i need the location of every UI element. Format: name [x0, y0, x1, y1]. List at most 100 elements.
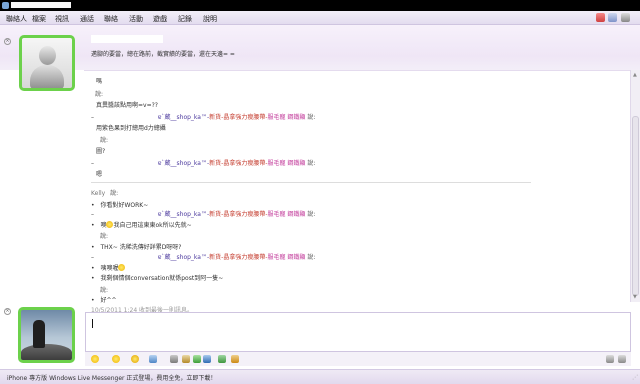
- status-bar: iPhone 專方版 Windows Live Messenger 正式登場，費…: [0, 369, 640, 384]
- image-icon[interactable]: [170, 355, 178, 363]
- contact-card-icon[interactable]: [608, 13, 617, 22]
- menu-call[interactable]: 通話: [80, 14, 94, 24]
- messenger-app-icon: [2, 2, 9, 9]
- sender-nick-part1: ɐ`蔵__shop_ka™-: [157, 114, 210, 121]
- scroll-thumb[interactable]: [632, 116, 639, 296]
- conversation-history[interactable]: [84, 70, 630, 302]
- avatar-rock-shape: [21, 344, 72, 360]
- font-icon[interactable]: [606, 355, 614, 363]
- menu-games[interactable]: 遊戲: [153, 14, 167, 24]
- said-label: 說:: [307, 160, 316, 167]
- collapse-contact-icon[interactable]: ×: [4, 38, 11, 45]
- said-label: 說:: [307, 211, 316, 218]
- contact-name-box: [91, 35, 163, 43]
- message-sender-line: 說:: [100, 231, 108, 240]
- message-text: • 噢我自己用這東東ok所以先就~: [91, 220, 192, 229]
- message-bullet: •: [91, 202, 95, 209]
- message-sender-line: – ɐ`蔵__shop_ka™-新貨-晶拿強力瘦腰帶-服毛寵 鋼鐵顯 說:: [91, 209, 315, 218]
- my-avatar[interactable]: [18, 307, 75, 363]
- sender-bullet: –: [91, 211, 94, 218]
- message-sender-line: – ɐ`蔵__shop_ka™-新貨-晶拿強力瘦腰帶-服毛寵 鋼鐵顯 說:: [91, 112, 315, 121]
- message-input[interactable]: [85, 312, 631, 352]
- message-body: 你看對好WORK~: [100, 202, 149, 209]
- message-text: 嗯: [96, 171, 103, 178]
- contact-personal-message: 邁腳的要當，總在路前，截實績的要當，還在天邊= =: [91, 51, 235, 58]
- menu-help[interactable]: 說明: [203, 14, 217, 24]
- sender-nick-part2: 新貨-晶拿強力瘦腰帶-: [209, 160, 268, 167]
- activities-icon[interactable]: [218, 355, 226, 363]
- message-text: 真異醬該點用啊=v=??: [96, 102, 158, 109]
- message-text: • 你看對好WORK~: [91, 200, 148, 209]
- message-sender-line: 說:: [100, 285, 108, 294]
- sender-nick-part1: ɐ`蔵__shop_ka™-: [157, 211, 210, 218]
- message-body: 我剩個情個conversation就係post到阿一隻~: [100, 275, 224, 282]
- message-text: 用紫色果到打總用d力總攝: [96, 125, 166, 132]
- video-icon[interactable]: [203, 355, 211, 363]
- avatar-person-shape: [33, 320, 45, 348]
- text-caret: [92, 319, 93, 328]
- sender-name: Kelly: [91, 190, 106, 197]
- said-label: 說:: [100, 137, 109, 144]
- block-icon[interactable]: [596, 13, 605, 22]
- window-title-box: [11, 2, 71, 8]
- resize-grip-icon[interactable]: ⋰: [632, 374, 638, 381]
- nudge-icon[interactable]: [131, 355, 139, 363]
- said-label: 說:: [100, 233, 109, 240]
- title-bar: [0, 0, 640, 11]
- games-icon[interactable]: [193, 355, 201, 363]
- sender-nick-part3: 服毛寵 鋼鐵顯: [267, 211, 306, 218]
- contact-avatar[interactable]: [19, 35, 75, 91]
- smile-emoticon-icon: [118, 264, 126, 271]
- wink-icon[interactable]: [112, 355, 120, 363]
- sender-nick-part2: 新貨-晶拿強力瘦腰帶-: [209, 114, 268, 121]
- conversation-scrollbar[interactable]: ▲ ▼: [630, 70, 640, 302]
- message-bullet: •: [91, 222, 95, 229]
- scroll-up-icon[interactable]: ▲: [633, 72, 637, 78]
- sender-nick-part3: 服毛寵 鋼鐵顯: [267, 114, 306, 121]
- said-label: 說:: [307, 254, 316, 261]
- said-label: 說:: [100, 287, 109, 294]
- voice-clip-icon[interactable]: [149, 355, 157, 363]
- message-sender-line: Kelly 說:: [91, 188, 118, 197]
- sender-nick-part1: ɐ`蔵__shop_ka™-: [157, 254, 210, 261]
- avatar-body-shape: [30, 65, 64, 88]
- handwriting-icon[interactable]: [618, 355, 626, 363]
- message-bullet: •: [91, 297, 95, 304]
- said-label: 說:: [95, 91, 104, 98]
- sender-nick-part3: 服毛寵 鋼鐵顯: [267, 160, 306, 167]
- sender-nick-part1: ɐ`蔵__shop_ka™-: [157, 160, 210, 167]
- sender-nick-part2: 新貨-晶拿強力瘦腰帶-: [209, 211, 268, 218]
- advertisement-link[interactable]: iPhone 專方版 Windows Live Messenger 正式登場，費…: [7, 373, 216, 382]
- message-text: • 我剩個情個conversation就係post到阿一隻~: [91, 273, 223, 282]
- message-sender-line: – ɐ`蔵__shop_ka™-新貨-晶拿強力瘦腰帶-服毛寵 鋼鐵顯 說:: [91, 158, 315, 167]
- message-body: 我自己用這東東ok所以先就~: [113, 222, 192, 229]
- menu-activities[interactable]: 活動: [129, 14, 143, 24]
- said-label: 說:: [307, 114, 316, 121]
- contact-header: [0, 25, 640, 70]
- file-icon[interactable]: [182, 355, 190, 363]
- menu-contacts[interactable]: 聯絡人: [6, 14, 27, 24]
- message-body: THX~ 洗稀洗傳好詳累D呀呀?: [100, 244, 182, 251]
- message-text: • THX~ 洗稀洗傳好詳累D呀呀?: [91, 242, 182, 251]
- menu-history[interactable]: 記錄: [178, 14, 192, 24]
- menu-file[interactable]: 檔案: [32, 14, 46, 24]
- message-text: • 咦噢喔: [91, 263, 126, 272]
- message-sender-line: – ɐ`蔵__shop_ka™-新貨-晶拿強力瘦腰帶-服毛寵 鋼鐵顯 說:: [91, 252, 315, 261]
- settings-icon[interactable]: [621, 13, 630, 22]
- menu-video[interactable]: 視訊: [55, 14, 69, 24]
- message-body: 咦噢喔: [100, 265, 119, 272]
- menu-contact[interactable]: 聯絡: [104, 14, 118, 24]
- collapse-my-picture-icon[interactable]: ×: [4, 308, 11, 315]
- message-text: 圖?: [96, 148, 106, 155]
- sender-bullet: –: [91, 114, 94, 121]
- said-label: 說:: [110, 190, 119, 197]
- emoticon-icon[interactable]: [91, 355, 99, 363]
- message-bullet: •: [91, 265, 95, 272]
- message-sender-line: 說:: [100, 135, 108, 144]
- message-text: • 好^^: [91, 295, 117, 304]
- sender-bullet: –: [91, 160, 94, 167]
- scroll-down-icon[interactable]: ▼: [633, 294, 637, 300]
- message-sender-line: 說:: [91, 89, 103, 98]
- background-icon[interactable]: [231, 355, 239, 363]
- sender-nick-part3: 服毛寵 鋼鐵顯: [267, 254, 306, 261]
